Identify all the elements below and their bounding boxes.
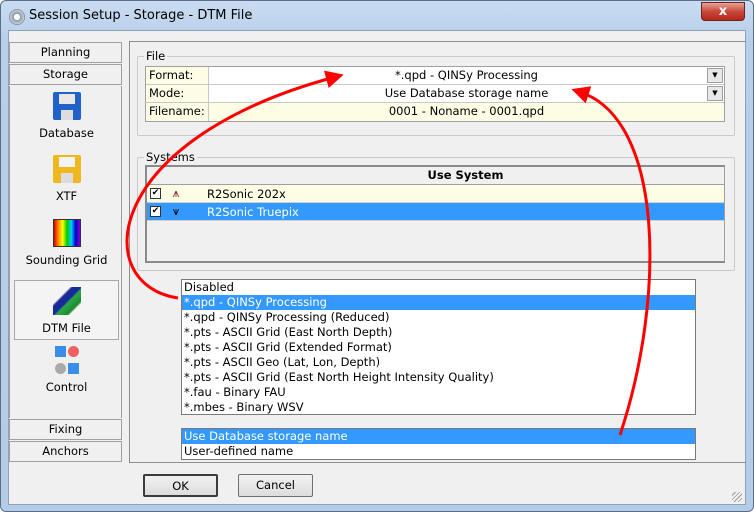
sidebar-item-label: DTM File xyxy=(42,321,91,335)
list-item[interactable]: *.qpd - QINSy Processing xyxy=(182,295,695,310)
list-item[interactable]: *.fau - Binary FAU xyxy=(182,385,695,400)
multibeam-icon: ⩚ xyxy=(172,186,180,200)
system-name: R2Sonic Truepix xyxy=(207,204,299,219)
list-item[interactable]: *.pts - ASCII Grid (Extended Format) xyxy=(182,340,695,355)
list-item[interactable]: *.mbes - Binary WSV xyxy=(182,400,695,415)
control-icon xyxy=(53,346,81,374)
filename-row: Filename: 0001 - Noname - 0001.qpd xyxy=(146,103,724,121)
list-item[interactable]: *.qpd - QINSy Processing (Reduced) xyxy=(182,310,695,325)
grid-color-icon xyxy=(52,219,81,247)
mode-row: Mode: Use Database storage name ▼ xyxy=(146,85,724,103)
sidebar-storage-button[interactable]: Storage xyxy=(9,64,122,85)
list-item[interactable]: *.pts - ASCII Grid (East North Depth) xyxy=(182,325,695,340)
filename-value: 0001 - Noname - 0001.qpd xyxy=(209,103,724,121)
cancel-button[interactable]: Cancel xyxy=(238,474,313,497)
list-item[interactable]: Use Database storage name xyxy=(182,429,695,444)
list-item[interactable]: Disabled xyxy=(182,280,695,295)
mode-value: Use Database storage name xyxy=(384,86,549,100)
use-system-checkbox[interactable]: ✔ xyxy=(150,206,161,217)
list-item[interactable]: *.pts - ASCII Grid (East North Height In… xyxy=(182,370,695,385)
sidebar-item-control[interactable]: Control xyxy=(14,346,119,394)
sidebar-item-label: Sounding Grid xyxy=(25,253,108,267)
sidebar-planning-button[interactable]: Planning xyxy=(9,42,122,63)
sidebar-items: Database XTF Sounding Grid DTM File Cont… xyxy=(9,86,122,418)
sidebar-item-xtf[interactable]: XTF xyxy=(14,155,119,203)
list-item[interactable]: User-defined name xyxy=(182,444,695,459)
resize-grip-icon[interactable] xyxy=(732,492,742,502)
use-system-header: Use System xyxy=(147,167,724,185)
file-grid: Format: *.qpd - QINSy Processing ▼ Mode: … xyxy=(145,66,725,122)
filename-label: Filename: xyxy=(146,103,209,121)
chevron-down-icon[interactable]: ▼ xyxy=(707,68,723,83)
format-row: Format: *.qpd - QINSy Processing ▼ xyxy=(146,67,724,85)
sidebar-item-sounding-grid[interactable]: Sounding Grid xyxy=(14,219,119,267)
format-label: Format: xyxy=(146,67,209,84)
chevron-down-icon[interactable]: ▼ xyxy=(707,86,723,101)
use-system-checkbox[interactable]: ✔ xyxy=(150,188,161,199)
format-dropdown-list[interactable]: Disabled *.qpd - QINSy Processing *.qpd … xyxy=(181,279,696,415)
systems-group-title: Systems xyxy=(144,150,197,164)
floppy-blue-icon xyxy=(52,92,81,120)
mode-select[interactable]: Use Database storage name ▼ xyxy=(209,85,724,102)
app-gear-icon xyxy=(9,9,25,25)
sidebar-item-dtm-file[interactable]: DTM File xyxy=(14,280,119,340)
system-row[interactable]: ✔ ⩛ R2Sonic Truepix xyxy=(147,203,724,221)
sidebar-fixing-button[interactable]: Fixing xyxy=(9,419,122,440)
mode-label: Mode: xyxy=(146,85,209,102)
sidebar-anchors-button[interactable]: Anchors xyxy=(9,441,122,462)
sidebar-item-label: XTF xyxy=(55,189,78,203)
window-title: Session Setup - Storage - DTM File xyxy=(29,8,253,23)
ok-button[interactable]: OK xyxy=(143,474,218,497)
floppy-yellow-icon xyxy=(52,155,81,183)
truepix-icon: ⩛ xyxy=(172,204,180,218)
file-group-title: File xyxy=(144,49,168,63)
sidebar-item-label: Database xyxy=(39,126,94,140)
system-name: R2Sonic 202x xyxy=(207,186,286,201)
systems-grid: Use System ✔ ⩚ R2Sonic 202x ✔ ⩛ R2Sonic … xyxy=(145,165,725,263)
format-select[interactable]: *.qpd - QINSy Processing ▼ xyxy=(209,67,724,84)
sidebar-item-label: Control xyxy=(45,380,88,394)
sidebar-item-database[interactable]: Database xyxy=(14,92,119,140)
list-item[interactable]: *.pts - ASCII Geo (Lat, Lon, Depth) xyxy=(182,355,695,370)
close-button[interactable]: x xyxy=(701,2,745,21)
mode-dropdown-list[interactable]: Use Database storage name User-defined n… xyxy=(181,428,696,460)
format-value: *.qpd - QINSy Processing xyxy=(395,68,538,82)
system-row[interactable]: ✔ ⩚ R2Sonic 202x xyxy=(147,185,724,203)
dtm-icon xyxy=(52,287,81,315)
